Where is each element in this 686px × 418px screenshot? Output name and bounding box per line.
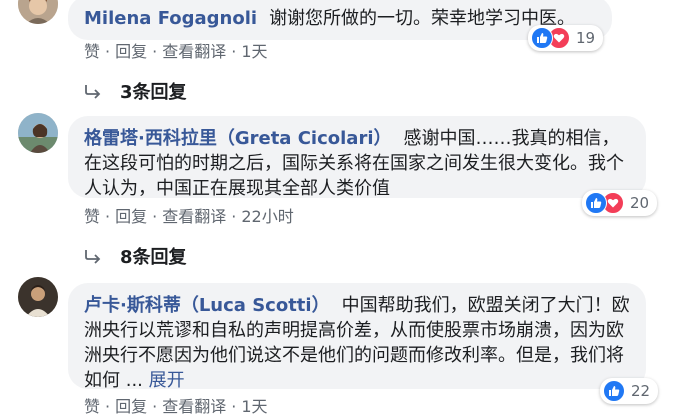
like-icon bbox=[603, 380, 625, 402]
comment-bubble: 格雷塔·西科拉里（Greta Cicolari） 感谢中国……我真的相信，在这段可… bbox=[68, 116, 646, 199]
like-icon bbox=[585, 192, 607, 214]
translate-button[interactable]: 查看翻译 bbox=[162, 42, 226, 61]
see-more-link[interactable]: 展开 bbox=[149, 370, 185, 391]
comment-bubble: 卢卡·斯科蒂（Luca Scotti） 中国帮助我们，欧盟关闭了大门！欧洲央行以荒… bbox=[68, 283, 646, 391]
reply-arrow-icon bbox=[84, 248, 102, 264]
reactions-summary[interactable]: 22 bbox=[600, 378, 659, 404]
comment-actions: 赞 · 回复 · 查看翻译 · 1天 bbox=[84, 397, 268, 416]
reactions-summary[interactable]: 19 bbox=[528, 25, 604, 51]
comment-author[interactable]: Milena Fogagnoli bbox=[84, 8, 257, 29]
reaction-count: 22 bbox=[631, 382, 651, 400]
comment-author[interactable]: 卢卡·斯科蒂（Luca Scotti） bbox=[84, 295, 330, 316]
translate-button[interactable]: 查看翻译 bbox=[162, 397, 226, 416]
comment-actions: 赞 · 回复 · 查看翻译 · 1天 bbox=[84, 42, 268, 61]
view-replies-link[interactable]: 8条回复 bbox=[84, 243, 187, 269]
translate-button[interactable]: 查看翻译 bbox=[162, 207, 226, 226]
reply-arrow-icon bbox=[84, 83, 102, 99]
comment-text: 谢谢您所做的一切。荣幸地学习中医。 bbox=[269, 8, 576, 29]
like-icon bbox=[531, 27, 553, 49]
comment-actions: 赞 · 回复 · 查看翻译 · 22小时 bbox=[84, 207, 294, 226]
reply-button[interactable]: 回复 bbox=[115, 397, 147, 416]
replies-count-label[interactable]: 8条回复 bbox=[120, 243, 187, 269]
avatar-luca[interactable] bbox=[18, 277, 58, 317]
timestamp[interactable]: 22小时 bbox=[241, 207, 293, 226]
view-replies-link[interactable]: 3条回复 bbox=[84, 78, 187, 104]
replies-count-label[interactable]: 3条回复 bbox=[120, 78, 187, 104]
like-button[interactable]: 赞 bbox=[84, 397, 100, 416]
timestamp[interactable]: 1天 bbox=[241, 42, 267, 61]
reply-button[interactable]: 回复 bbox=[115, 207, 147, 226]
reaction-count: 19 bbox=[576, 29, 596, 47]
comment-author[interactable]: 格雷塔·西科拉里（Greta Cicolari） bbox=[84, 128, 392, 149]
reaction-count: 20 bbox=[630, 194, 650, 212]
like-button[interactable]: 赞 bbox=[84, 207, 100, 226]
avatar-milena[interactable] bbox=[18, 0, 58, 24]
avatar-greta[interactable] bbox=[18, 113, 58, 153]
timestamp[interactable]: 1天 bbox=[241, 397, 267, 416]
reactions-summary[interactable]: 20 bbox=[582, 190, 658, 216]
like-button[interactable]: 赞 bbox=[84, 42, 100, 61]
reply-button[interactable]: 回复 bbox=[115, 42, 147, 61]
